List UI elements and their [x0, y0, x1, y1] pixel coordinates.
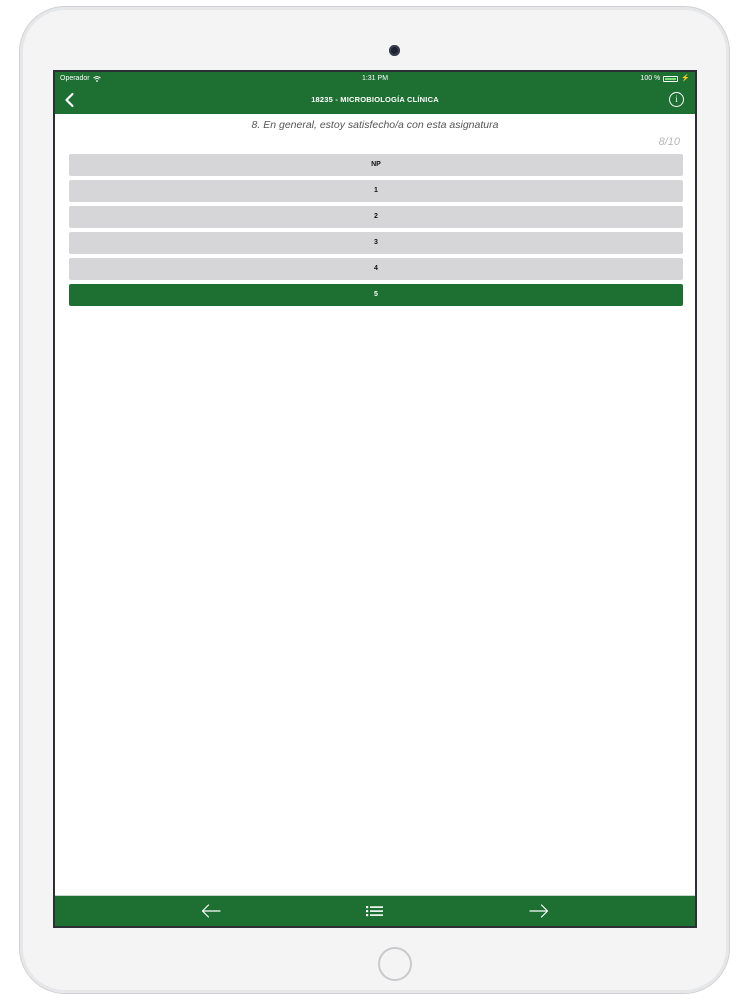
option-5-button[interactable]: 5 — [69, 284, 683, 306]
battery-icon — [663, 76, 679, 82]
charging-bolt-icon: ⚡ — [681, 75, 690, 82]
option-3-button[interactable]: 3 — [69, 232, 683, 254]
info-icon[interactable]: i — [669, 92, 684, 107]
status-bar: Operador 1:31 PM 100 % ⚡ — [55, 72, 695, 86]
status-time: 1:31 PM — [361, 75, 389, 82]
status-battery: 100 % ⚡ — [640, 72, 690, 86]
option-4-button[interactable]: 4 — [69, 258, 683, 280]
arrow-right-icon[interactable] — [528, 903, 550, 919]
navigation-bar: 18235 - MICROBIOLOGÍA CLÍNICA i — [55, 86, 695, 114]
top-bar: Operador 1:31 PM 100 % ⚡ 18235 - MICROBI… — [55, 72, 695, 114]
home-button[interactable] — [378, 947, 412, 981]
arrow-left-icon[interactable] — [200, 903, 222, 919]
bottom-toolbar — [55, 895, 695, 926]
answer-options: NP 1 2 3 4 5 — [69, 154, 683, 310]
question-text: 8. En general, estoy satisfecho/a con es… — [251, 119, 499, 131]
front-camera — [389, 45, 400, 56]
list-icon[interactable] — [364, 903, 386, 919]
option-np-button[interactable]: NP — [69, 154, 683, 176]
question-progress: 8/10 — [658, 136, 680, 148]
page-title: 18235 - MICROBIOLOGÍA CLÍNICA — [311, 95, 439, 104]
option-2-button[interactable]: 2 — [69, 206, 683, 228]
battery-percent: 100 % — [640, 75, 661, 82]
option-1-button[interactable]: 1 — [69, 180, 683, 202]
app-screen: Operador 1:31 PM 100 % ⚡ 18235 - MICROBI… — [53, 70, 697, 928]
